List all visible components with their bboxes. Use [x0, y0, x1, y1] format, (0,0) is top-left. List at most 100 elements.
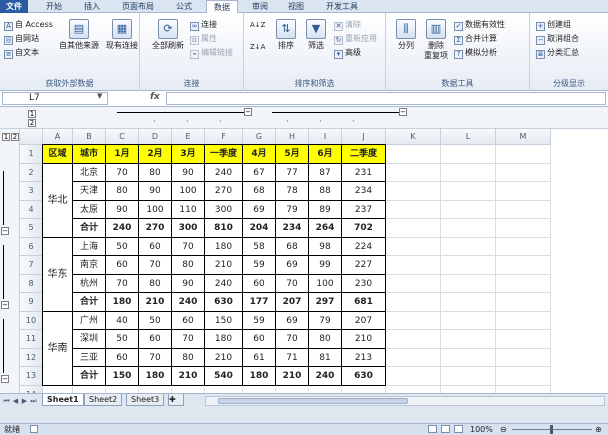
- column-header[interactable]: A: [43, 129, 73, 145]
- data-cell[interactable]: 234: [342, 182, 386, 201]
- sort-button[interactable]: ⇅ 排序: [272, 19, 300, 51]
- insert-function-button[interactable]: fx: [150, 92, 160, 102]
- cell[interactable]: [43, 385, 73, 393]
- data-cell[interactable]: 100: [172, 182, 205, 201]
- cell[interactable]: [441, 274, 496, 293]
- cell[interactable]: [496, 182, 551, 201]
- region-cell[interactable]: 华南: [43, 311, 73, 386]
- table-header-cell[interactable]: 2月: [139, 145, 172, 164]
- column-header[interactable]: H: [276, 129, 309, 145]
- row-header[interactable]: 2: [20, 163, 43, 182]
- row-header[interactable]: 5: [20, 219, 43, 238]
- cell[interactable]: [386, 145, 441, 164]
- cell[interactable]: [386, 256, 441, 275]
- data-cell[interactable]: 三亚: [73, 348, 106, 367]
- cell[interactable]: [386, 200, 441, 219]
- name-box-dropdown-icon[interactable]: ▼: [97, 92, 102, 100]
- data-cell[interactable]: 70: [106, 274, 139, 293]
- edit-links-button[interactable]: ⌁ 编辑链接: [190, 47, 233, 59]
- data-cell[interactable]: 213: [342, 348, 386, 367]
- ungroup-button[interactable]: − 取消组合: [536, 33, 579, 45]
- row-header[interactable]: 6: [20, 237, 43, 256]
- cell[interactable]: [496, 163, 551, 182]
- data-cell[interactable]: 60: [139, 237, 172, 256]
- what-if-analysis-button[interactable]: ? 模拟分析: [454, 47, 497, 59]
- select-all-corner[interactable]: [20, 129, 43, 145]
- data-cell[interactable]: 240: [205, 163, 243, 182]
- first-sheet-icon[interactable]: ⏮: [2, 397, 11, 406]
- cell[interactable]: [441, 163, 496, 182]
- data-cell[interactable]: 80: [172, 256, 205, 275]
- cell[interactable]: [496, 237, 551, 256]
- from-other-sources-button[interactable]: ▤ 自其他来源: [56, 19, 102, 51]
- total-cell[interactable]: 540: [205, 367, 243, 386]
- total-cell[interactable]: 180: [139, 367, 172, 386]
- data-cell[interactable]: 80: [139, 274, 172, 293]
- data-cell[interactable]: 59: [243, 311, 276, 330]
- data-cell[interactable]: 70: [172, 237, 205, 256]
- cell[interactable]: [309, 385, 342, 393]
- data-cell[interactable]: 60: [106, 348, 139, 367]
- connections-button[interactable]: ∞ 连接: [190, 19, 217, 31]
- data-cell[interactable]: 40: [106, 311, 139, 330]
- cell[interactable]: [496, 293, 551, 312]
- data-cell[interactable]: 58: [243, 237, 276, 256]
- total-cell[interactable]: 630: [205, 293, 243, 312]
- table-header-cell[interactable]: 一季度: [205, 145, 243, 164]
- row-header[interactable]: 1: [20, 145, 43, 164]
- group-button[interactable]: + 创建组: [536, 19, 571, 31]
- column-header[interactable]: I: [309, 129, 342, 145]
- total-cell[interactable]: 240: [172, 293, 205, 312]
- tab-view[interactable]: 视图: [282, 0, 310, 13]
- horizontal-scroll-thumb[interactable]: [218, 398, 408, 404]
- page-layout-view-icon[interactable]: [441, 425, 450, 433]
- data-cell[interactable]: 71: [276, 348, 309, 367]
- data-cell[interactable]: 270: [205, 182, 243, 201]
- data-cell[interactable]: 78: [276, 182, 309, 201]
- table-header-cell[interactable]: 6月: [309, 145, 342, 164]
- data-cell[interactable]: 90: [106, 200, 139, 219]
- row-header[interactable]: 11: [20, 330, 43, 349]
- data-cell[interactable]: 100: [309, 274, 342, 293]
- insert-sheet-icon[interactable]: ✚: [168, 394, 184, 406]
- data-cell[interactable]: 88: [309, 182, 342, 201]
- table-header-cell[interactable]: 3月: [172, 145, 205, 164]
- row-header[interactable]: 7: [20, 256, 43, 275]
- data-cell[interactable]: 81: [309, 348, 342, 367]
- text-to-columns-button[interactable]: ⫼ 分列: [392, 19, 420, 51]
- data-cell[interactable]: 89: [309, 200, 342, 219]
- properties-button[interactable]: ▫ 属性: [190, 33, 217, 45]
- total-cell[interactable]: 702: [342, 219, 386, 238]
- total-cell[interactable]: 210: [139, 293, 172, 312]
- tab-home[interactable]: 开始: [40, 0, 68, 13]
- refresh-all-button[interactable]: ⟳ 全部刷新: [148, 19, 188, 51]
- column-header[interactable]: F: [205, 129, 243, 145]
- cell[interactable]: [386, 367, 441, 386]
- data-cell[interactable]: 上海: [73, 237, 106, 256]
- cell[interactable]: [496, 311, 551, 330]
- column-header[interactable]: L: [441, 129, 496, 145]
- data-cell[interactable]: 210: [342, 330, 386, 349]
- data-cell[interactable]: 70: [276, 330, 309, 349]
- data-cell[interactable]: 68: [276, 237, 309, 256]
- data-cell[interactable]: 100: [139, 200, 172, 219]
- total-cell[interactable]: 177: [243, 293, 276, 312]
- last-sheet-icon[interactable]: ⏭: [29, 397, 38, 406]
- total-cell[interactable]: 合计: [73, 293, 106, 312]
- column-header[interactable]: J: [342, 129, 386, 145]
- cell[interactable]: [73, 385, 106, 393]
- data-cell[interactable]: 210: [205, 256, 243, 275]
- data-cell[interactable]: 207: [342, 311, 386, 330]
- data-cell[interactable]: 87: [309, 163, 342, 182]
- total-cell[interactable]: 180: [243, 367, 276, 386]
- total-cell[interactable]: 204: [243, 219, 276, 238]
- cell[interactable]: [386, 348, 441, 367]
- name-box[interactable]: L7: [2, 92, 108, 105]
- row-header[interactable]: 12: [20, 348, 43, 367]
- row-header[interactable]: 9: [20, 293, 43, 312]
- column-header[interactable]: C: [106, 129, 139, 145]
- data-cell[interactable]: 60: [172, 311, 205, 330]
- data-cell[interactable]: 77: [276, 163, 309, 182]
- cell[interactable]: [496, 348, 551, 367]
- cell[interactable]: [496, 385, 551, 393]
